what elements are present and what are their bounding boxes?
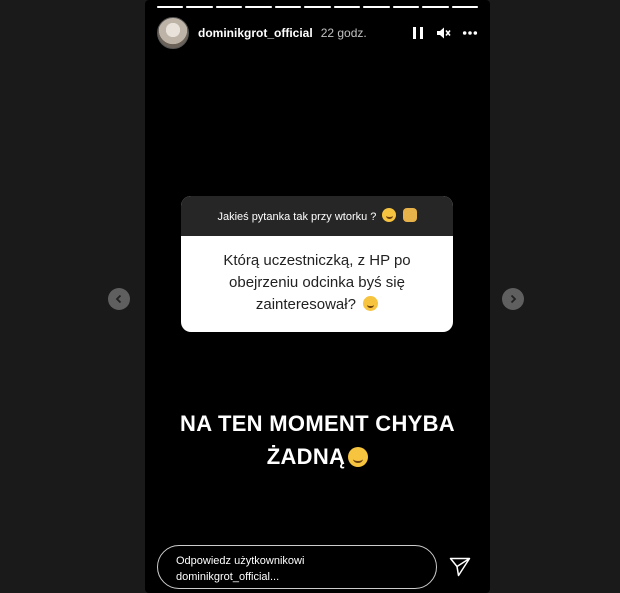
- progress-segment-fill: [186, 6, 213, 8]
- more-horizontal-icon: [462, 31, 478, 35]
- story-timestamp: 22 godz.: [320, 26, 367, 40]
- chevron-right-icon: [510, 294, 517, 304]
- question-prompt-text: Jakieś pytanka tak przy wtorku ?: [217, 211, 377, 223]
- next-story-button[interactable]: [502, 288, 524, 310]
- progress-segment: [392, 6, 420, 8]
- avatar[interactable]: [157, 17, 189, 49]
- pause-button[interactable]: [410, 25, 426, 41]
- answer-line-1: NA TEN MOMENT CHYBA: [180, 411, 455, 436]
- reply-input[interactable]: Odpowiedz użytkownikowi dominikgrot_offi…: [157, 545, 437, 589]
- progress-segment-fill: [304, 6, 331, 8]
- progress-segment-fill: [451, 6, 478, 8]
- pause-icon: [413, 27, 423, 39]
- mute-button[interactable]: [436, 25, 452, 41]
- progress-segment-fill: [422, 6, 449, 8]
- progress-segment: [304, 6, 331, 8]
- reply-placeholder-line-1: Odpowiedz użytkownikowi: [176, 555, 305, 567]
- progress-segment: [333, 6, 361, 8]
- reply-bar: Odpowiedz użytkownikowi dominikgrot_offi…: [157, 543, 478, 591]
- progress-segment: [422, 6, 449, 8]
- more-options-button[interactable]: [462, 25, 478, 41]
- grinning-sweat-emoji: [348, 447, 369, 467]
- progress-segment-fill: [157, 6, 184, 8]
- progress-segment-fill: [392, 6, 420, 8]
- question-content: Którą uczestniczką, z HP po obejrzeniu o…: [181, 236, 453, 332]
- question-sticker: Jakieś pytanka tak przy wtorku ? Którą u…: [181, 196, 453, 332]
- story-controls: [410, 25, 478, 41]
- fist-emoji: [402, 208, 417, 222]
- progress-segment: [245, 6, 272, 8]
- progress-segment-fill: [215, 6, 243, 8]
- progress-segment: [274, 6, 302, 8]
- progress-segment-fill: [333, 6, 361, 8]
- smiling-face-emoji: [382, 208, 397, 222]
- progress-segment-fill: [363, 6, 390, 8]
- username-link[interactable]: dominikgrot_official: [198, 26, 313, 40]
- story-viewer: dominikgrot_official 22 godz. Jakieś pyt…: [0, 0, 620, 593]
- reply-placeholder-line-2: dominikgrot_official...: [176, 571, 280, 583]
- story-answer-text: NA TEN MOMENT CHYBA ŻADNĄ: [145, 407, 490, 473]
- progress-segment: [157, 6, 184, 8]
- progress-segment-fill: [274, 6, 302, 8]
- progress-segment: [363, 6, 390, 8]
- previous-story-button[interactable]: [108, 288, 130, 310]
- progress-segment: [215, 6, 243, 8]
- smirking-face-emoji: [363, 296, 379, 311]
- story-progress-bar: [157, 6, 478, 8]
- question-text: Którą uczestniczką, z HP po obejrzeniu o…: [223, 252, 411, 313]
- progress-segment: [186, 6, 213, 8]
- speaker-muted-icon: [437, 27, 451, 39]
- story-frame[interactable]: dominikgrot_official 22 godz. Jakieś pyt…: [145, 0, 490, 593]
- send-button[interactable]: [447, 554, 473, 580]
- progress-segment: [451, 6, 478, 8]
- progress-segment-fill: [245, 6, 272, 8]
- answer-line-2-wrap: ŻADNĄ: [145, 440, 490, 473]
- story-header: dominikgrot_official 22 godz.: [157, 16, 478, 50]
- answer-line-2: ŻADNĄ: [266, 444, 346, 469]
- question-prompt: Jakieś pytanka tak przy wtorku ?: [181, 196, 453, 236]
- send-icon: [449, 557, 471, 577]
- chevron-left-icon: [115, 294, 122, 304]
